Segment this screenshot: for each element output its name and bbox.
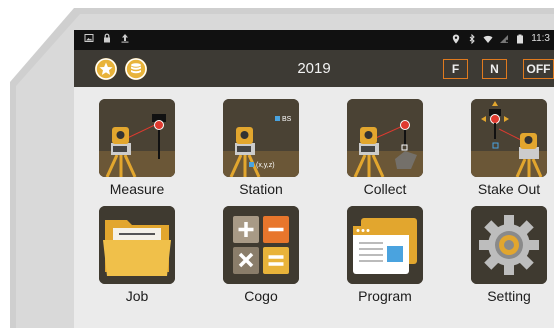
app-label: Cogo [244,288,278,304]
app-stake-out[interactable]: Stake Out [459,99,554,197]
f-button[interactable]: F [443,59,468,79]
signal-icon [500,34,509,43]
app-job[interactable]: Job [87,206,187,304]
calculator-icon [223,206,299,284]
app-program[interactable]: Program [335,206,435,304]
app-cogo[interactable]: Cogo [211,206,311,304]
status-time: 11:3 [531,33,550,44]
station-xyz-tag: (x,y,z) [256,162,275,169]
app-measure[interactable]: Measure [87,99,187,197]
station-tile: BS (x,y,z) [223,99,299,177]
n-button[interactable]: N [482,59,507,79]
collect-icon [347,99,423,177]
app-label: Setting [487,288,531,304]
setting-tile [471,206,547,284]
station-bs-tag: BS [282,116,292,123]
app-label: Collect [363,181,407,197]
device-frame: 11:3 2019 F N OFF Measure BS (x,y,z) Sta… [0,0,554,328]
off-button[interactable]: OFF [523,59,554,79]
wifi-icon [483,35,493,43]
battery-icon [517,34,524,43]
app-label: Job [125,288,149,304]
app-collect[interactable]: Collect [335,99,435,197]
upload-icon [121,34,129,43]
folder-icon [99,206,175,284]
status-bar: 11:3 [74,30,554,50]
gear-icon [471,206,547,284]
lock-icon [104,33,110,43]
station-icon: BS (x,y,z) [223,99,299,177]
image-icon [84,34,94,42]
measure-tile [99,99,175,177]
app-label: Station [239,181,283,197]
app-label: Program [358,288,412,304]
job-tile [99,206,175,284]
app-grid: Measure BS (x,y,z) Station Collect Stake… [74,87,554,328]
collect-tile [347,99,423,177]
screen: 11:3 2019 F N OFF Measure BS (x,y,z) Sta… [74,30,554,328]
program-tile [347,206,423,284]
measure-icon [99,99,175,177]
bluetooth-icon [469,33,475,44]
stake-out-icon [471,99,547,177]
location-icon [453,34,460,43]
stake-out-tile [471,99,547,177]
app-station[interactable]: BS (x,y,z) Station [211,99,311,197]
window-icon [347,206,423,284]
cogo-tile [223,206,299,284]
app-setting[interactable]: Setting [459,206,554,304]
app-label: Measure [109,181,165,197]
app-bar: 2019 F N OFF [74,50,554,87]
app-label: Stake Out [477,181,541,197]
